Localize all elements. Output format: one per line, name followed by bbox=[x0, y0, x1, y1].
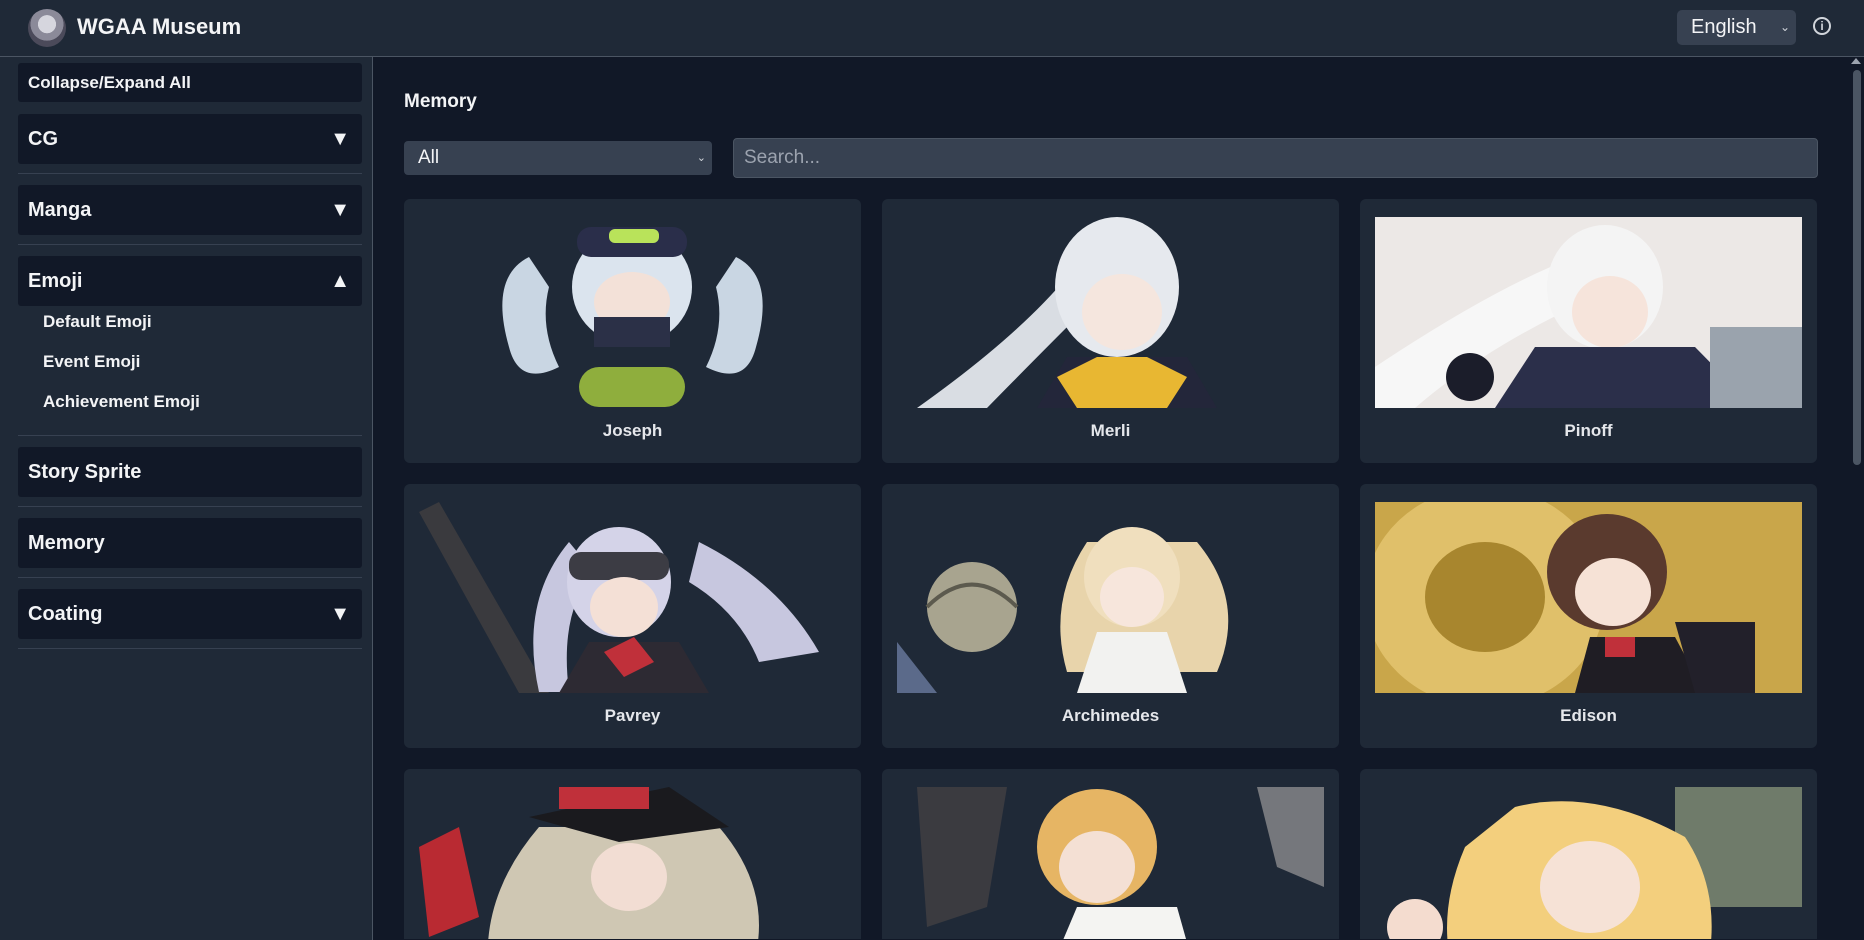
sidebar-item-event-emoji[interactable]: Event Emoji bbox=[43, 352, 140, 372]
sidebar-section-label: CG bbox=[28, 128, 58, 150]
language-value: English bbox=[1691, 16, 1757, 38]
sidebar-section-cg[interactable]: CG ▼ bbox=[18, 114, 362, 164]
card-label: Pinoff bbox=[1564, 421, 1613, 440]
divider bbox=[18, 435, 362, 436]
sidebar-section-label: Coating bbox=[28, 603, 103, 625]
sidebar-section-emoji[interactable]: Emoji ▲ bbox=[18, 256, 362, 306]
character-thumbnail bbox=[1375, 787, 1802, 939]
character-thumbnail bbox=[897, 787, 1324, 939]
sidebar-section-memory[interactable]: Memory bbox=[18, 518, 362, 568]
sidebar-section-label: Emoji bbox=[28, 270, 83, 292]
card-label: Edison bbox=[1560, 706, 1617, 725]
collapse-expand-all-label: Collapse/Expand All bbox=[28, 73, 191, 92]
character-thumbnail bbox=[1375, 217, 1802, 408]
category-filter-select[interactable]: All ⌄ bbox=[404, 141, 712, 175]
memory-card-partial[interactable] bbox=[404, 769, 861, 939]
page-title: Memory bbox=[404, 91, 477, 112]
sidebar-section-manga[interactable]: Manga ▼ bbox=[18, 185, 362, 235]
collapse-expand-all-button[interactable]: Collapse/Expand All bbox=[18, 63, 362, 102]
scrollbar-thumb[interactable] bbox=[1853, 70, 1861, 465]
card-label: Archimedes bbox=[1061, 706, 1160, 725]
character-thumbnail bbox=[897, 502, 1324, 693]
sidebar: Collapse/Expand All CG ▼ Manga ▼ Emoji ▲… bbox=[0, 57, 373, 940]
memory-card-edison[interactable]: Edison bbox=[1360, 484, 1817, 748]
memory-card-pavrey[interactable]: Pavrey bbox=[404, 484, 861, 748]
main-content: Memory All ⌄ Joseph bbox=[374, 57, 1850, 940]
divider bbox=[18, 648, 362, 649]
memory-card-pinoff[interactable]: Pinoff bbox=[1360, 199, 1817, 463]
memory-card-partial[interactable] bbox=[882, 769, 1339, 939]
divider bbox=[18, 173, 362, 174]
memory-card-partial[interactable] bbox=[1360, 769, 1817, 939]
sidebar-section-label: Memory bbox=[28, 532, 105, 554]
divider bbox=[18, 506, 362, 507]
divider bbox=[18, 577, 362, 578]
character-thumbnail bbox=[897, 217, 1324, 408]
top-bar: WGAA Museum English ⌄ i bbox=[0, 0, 1864, 57]
chevron-down-icon: ⌄ bbox=[1779, 20, 1790, 34]
app-logo[interactable] bbox=[28, 9, 66, 47]
sidebar-item-achievement-emoji[interactable]: Achievement Emoji bbox=[43, 392, 200, 412]
filter-value: All bbox=[418, 147, 440, 168]
character-thumbnail bbox=[419, 217, 846, 408]
memory-card-archimedes[interactable]: Archimedes bbox=[882, 484, 1339, 748]
caret-down-icon: ▼ bbox=[330, 128, 350, 150]
sidebar-item-default-emoji[interactable]: Default Emoji bbox=[43, 312, 152, 332]
info-icon[interactable]: i bbox=[1813, 17, 1831, 35]
scroll-up-arrow-icon[interactable] bbox=[1851, 58, 1861, 64]
sidebar-section-label: Story Sprite bbox=[28, 461, 142, 483]
sidebar-section-label: Manga bbox=[28, 199, 92, 221]
language-select[interactable]: English ⌄ bbox=[1677, 10, 1796, 45]
card-label: Pavrey bbox=[604, 706, 661, 725]
search-input[interactable] bbox=[733, 138, 1818, 178]
chevron-down-icon: ⌄ bbox=[696, 152, 706, 164]
card-label: Merli bbox=[1090, 421, 1131, 440]
memory-card-merli[interactable]: Merli bbox=[882, 199, 1339, 463]
app-title[interactable]: WGAA Museum bbox=[77, 14, 241, 40]
sidebar-section-story-sprite[interactable]: Story Sprite bbox=[18, 447, 362, 497]
divider bbox=[18, 244, 362, 245]
character-thumbnail bbox=[419, 502, 846, 693]
character-thumbnail bbox=[1375, 502, 1802, 693]
caret-down-icon: ▼ bbox=[330, 199, 350, 221]
memory-card-joseph[interactable]: Joseph bbox=[404, 199, 861, 463]
caret-down-icon: ▼ bbox=[330, 603, 350, 625]
card-label: Joseph bbox=[602, 421, 663, 440]
sidebar-section-coating[interactable]: Coating ▼ bbox=[18, 589, 362, 639]
character-thumbnail bbox=[419, 787, 846, 939]
caret-up-icon: ▲ bbox=[330, 270, 350, 292]
